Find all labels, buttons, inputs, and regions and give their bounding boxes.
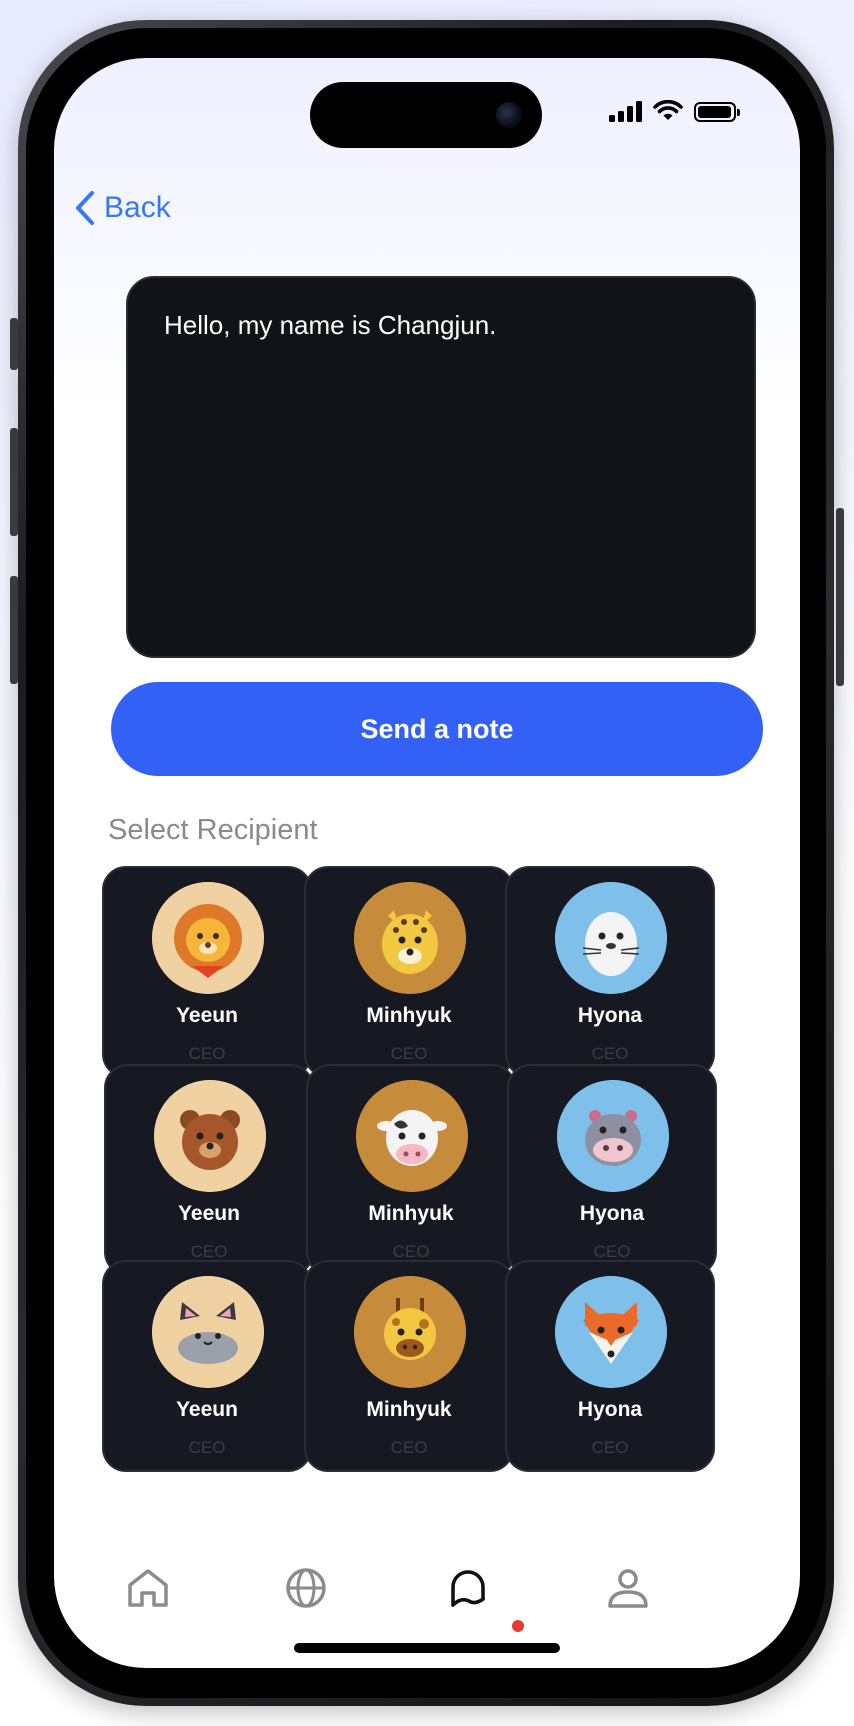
recipient-name: Yeeun [176,1398,238,1421]
recipient-role: CEO [390,1044,428,1063]
send-note-button[interactable]: Send a note [111,682,763,776]
nav-home[interactable] [118,1558,178,1618]
globe-icon [286,1568,326,1608]
hippo-icon [557,1080,669,1192]
recipient-name: Minhyuk [368,1202,454,1225]
back-label: Back [104,191,171,224]
volume-down-button [10,576,18,684]
bottom-nav [54,1558,800,1618]
bear-icon [154,1080,266,1192]
recipient-name: Yeeun [176,1004,238,1027]
recipient-role: CEO [392,1242,430,1261]
home-icon [128,1569,168,1607]
back-button[interactable]: Back [74,190,171,226]
recipient-role: CEO [591,1438,629,1457]
avatar [154,1080,266,1192]
nav-messages[interactable] [438,1558,498,1618]
select-recipient-heading: Select Recipient [108,814,318,846]
recipient-role: CEO [591,1044,629,1063]
chevron-left-icon [76,191,94,225]
recipient-role: CEO [190,1242,228,1261]
recipient-card[interactable]: Hyona CEO [507,1064,717,1276]
app-screen: Back Hello, my name is Changjun. Send a … [54,58,800,1668]
seal-icon [555,882,667,994]
chat-icon [451,1570,485,1607]
recipient-name: Minhyuk [366,1398,452,1421]
avatar [354,882,466,994]
recipient-role: CEO [188,1438,226,1457]
note-text: Hello, my name is Changjun. [164,310,497,340]
lion-icon [152,882,264,994]
recipient-card[interactable]: Minhyuk CEO [304,1260,514,1472]
fox-icon [555,1276,667,1388]
volume-up-button [10,428,18,536]
recipient-card[interactable]: Minhyuk CEO [306,1064,516,1276]
note-textarea[interactable]: Hello, my name is Changjun. [126,276,756,658]
giraffe-icon [354,1276,466,1388]
status-bar [609,100,740,122]
avatar [555,1276,667,1388]
cellular-signal-icon [609,100,642,122]
home-indicator[interactable] [294,1643,560,1653]
action-button [10,318,18,370]
wifi-icon [653,100,683,120]
nav-profile[interactable] [598,1558,658,1618]
recipient-card[interactable]: Minhyuk CEO [304,866,514,1078]
recipient-card[interactable]: Hyona CEO [505,1260,715,1472]
recipient-name: Hyona [577,1398,643,1421]
recipient-name: Minhyuk [366,1004,452,1027]
recipient-role: CEO [188,1044,226,1063]
recipient-role: CEO [593,1242,631,1261]
recipient-card[interactable]: Yeeun CEO [102,866,312,1078]
profile-icon [608,1569,648,1608]
recipient-card[interactable]: Yeeun CEO [102,1260,312,1472]
active-tab-indicator [512,1620,524,1632]
avatar [557,1080,669,1192]
avatar [356,1080,468,1192]
avatar [354,1276,466,1388]
recipient-name: Hyona [579,1202,645,1225]
cat-icon [152,1276,264,1388]
recipient-card[interactable]: Hyona CEO [505,866,715,1078]
avatar [555,882,667,994]
recipient-name: Yeeun [178,1202,240,1225]
dynamic-island [310,82,542,148]
leopard-icon [354,882,466,994]
power-button [836,508,844,686]
battery-icon [694,102,740,122]
cow-icon [356,1080,468,1192]
send-note-label: Send a note [360,713,514,744]
avatar [152,1276,264,1388]
nav-explore[interactable] [276,1558,336,1618]
recipient-card[interactable]: Yeeun CEO [104,1064,314,1276]
camera-icon [496,102,522,128]
recipient-role: CEO [390,1438,428,1457]
recipient-name: Hyona [577,1004,643,1027]
avatar [152,882,264,994]
